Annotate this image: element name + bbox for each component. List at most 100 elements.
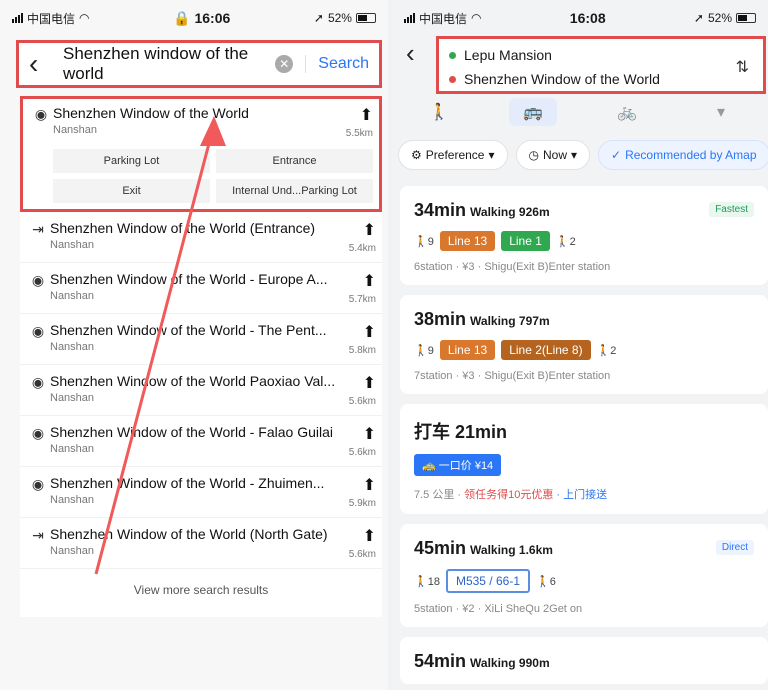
route-card[interactable]: 38min Walking 797m 🚶9 Line 13 Line 2(Line… <box>400 295 768 394</box>
walk-icon: 🚶18 <box>414 575 440 588</box>
turn-arrow-icon: ⬆ <box>362 477 376 494</box>
sub-poi-entrance[interactable]: Entrance <box>216 149 373 173</box>
mode-bike-icon[interactable]: 🚲 <box>603 98 651 126</box>
clock: 16:08 <box>569 10 606 26</box>
coupon-text: 领任务得10元优惠 <box>464 489 554 501</box>
turn-arrow-icon: ⬆ <box>362 324 376 341</box>
back-button[interactable]: ‹ <box>29 50 57 78</box>
direct-badge: Direct <box>715 540 754 555</box>
result-district: Nanshan <box>50 494 95 506</box>
mode-walk-icon[interactable]: 🚶 <box>415 98 463 126</box>
location-pin-icon: ◉ <box>31 374 45 390</box>
fastest-badge: Fastest <box>709 202 754 217</box>
signal-icon <box>12 13 23 23</box>
clear-icon[interactable]: ✕ <box>275 55 294 73</box>
result-district: Nanshan <box>50 341 95 353</box>
search-screen: 中国电信 ◠ 🔒 16:06 ➚ 52% ‹ Shenzhen window o… <box>0 0 388 690</box>
back-button[interactable]: ‹ <box>406 38 415 69</box>
route-card[interactable]: 54min Walking 990m <box>400 637 768 684</box>
line-badge: Line 1 <box>501 231 550 251</box>
search-bar: ‹ Shenzhen window of the world ✕ Search <box>16 40 382 88</box>
navigate-button[interactable]: ⬆ 5.4km <box>336 220 376 254</box>
result-distance: 5.7km <box>348 294 376 305</box>
turn-arrow-icon: ⬆ <box>359 107 373 124</box>
location-pin-icon: ◉ <box>31 323 45 339</box>
battery-percent: 52% <box>707 11 732 25</box>
list-item[interactable]: ⇥ Shenzhen Window of the World (Entrance)… <box>20 212 382 263</box>
result-title: Shenzhen Window of the World <box>53 105 249 121</box>
list-item[interactable]: ◉ Shenzhen Window of the World - Europe A… <box>20 263 382 314</box>
location-pin-icon: ◉ <box>31 272 45 288</box>
bus-line-badge: M535 / 66-1 <box>445 569 530 593</box>
preference-dropdown[interactable]: ⚙ Preference ▾ <box>398 140 508 170</box>
list-item[interactable]: ◉ Shenzhen Window of the World - Zhuimen.… <box>20 467 382 518</box>
route-duration: 45min <box>414 538 467 558</box>
navigate-button[interactable]: ⬆ 5.6km <box>336 373 376 407</box>
walk-distance: Walking 990m <box>470 656 550 670</box>
taxi-title: 打车 21min <box>414 422 508 442</box>
result-distance: 5.5km <box>345 128 373 139</box>
result-list: ⇥ Shenzhen Window of the World (Entrance)… <box>20 212 382 569</box>
turn-arrow-icon: ⬆ <box>362 528 376 545</box>
battery-icon <box>355 13 376 23</box>
walk-icon: 🚶6 <box>536 575 556 588</box>
destination-field[interactable]: Shenzhen Window of the World <box>449 67 753 91</box>
navigate-button[interactable]: ⬆ 5.6km <box>336 526 376 560</box>
location-pin-icon: ◉ <box>34 106 48 122</box>
result-distance: 5.8km <box>348 345 376 356</box>
recommended-filter[interactable]: ✓ Recommended by Amap <box>598 140 768 170</box>
navigate-button[interactable]: ⬆ 5.6km <box>336 424 376 458</box>
time-dropdown[interactable]: ◷ Now ▾ <box>515 140 591 170</box>
taxi-price-badge: 🚕 一口价 ¥14 <box>414 454 502 476</box>
route-duration: 54min <box>414 651 467 671</box>
mode-bus-icon[interactable]: 🚌 <box>509 98 557 126</box>
walk-icon: 🚶2 <box>555 235 576 248</box>
wifi-icon: ◠ <box>471 11 482 25</box>
sub-poi-exit[interactable]: Exit <box>53 179 210 203</box>
result-distance: 5.6km <box>348 549 376 560</box>
search-button[interactable]: Search <box>305 55 369 73</box>
view-more-link[interactable]: View more search results <box>20 569 382 617</box>
destination-dot-icon <box>449 75 456 83</box>
sub-poi-underground-parking[interactable]: Internal Und...Parking Lot <box>216 179 373 203</box>
turn-arrow-icon: ⬆ <box>362 222 376 239</box>
top-result[interactable]: ◉ Shenzhen Window of the World Nanshan ⬆… <box>20 96 382 212</box>
walk-distance: Walking 797m <box>470 314 550 328</box>
result-distance: 5.4km <box>348 243 376 254</box>
search-results: ◉ Shenzhen Window of the World Nanshan ⬆… <box>20 96 382 617</box>
origin-dot-icon <box>449 51 456 59</box>
battery-percent: 52% <box>327 11 352 25</box>
line-badge: Line 13 <box>439 340 496 360</box>
list-item[interactable]: ⇥ Shenzhen Window of the World (North Gat… <box>20 518 382 569</box>
search-input[interactable]: Shenzhen window of the world <box>57 44 275 84</box>
route-card[interactable]: 34min Walking 926m Fastest 🚶9 Line 13 Lin… <box>400 186 768 285</box>
origin-field[interactable]: Lepu Mansion <box>449 43 753 67</box>
turn-arrow-icon: ⬆ <box>362 426 376 443</box>
result-title: Shenzhen Window of the World - Falao Gui… <box>50 424 333 440</box>
result-distance: 5.9km <box>348 498 376 509</box>
carrier-label: 中国电信 <box>27 11 76 26</box>
route-duration: 38min <box>414 309 467 329</box>
navigate-button[interactable]: ⬆ 5.9km <box>336 475 376 509</box>
result-distance: 5.6km <box>348 447 376 458</box>
list-item[interactable]: ◉ Shenzhen Window of the World - Falao Gu… <box>20 416 382 467</box>
walk-distance: Walking 1.6km <box>470 543 553 557</box>
result-district: Nanshan <box>50 443 95 455</box>
result-title: Shenzhen Window of the World Paoxiao Val… <box>50 373 336 389</box>
route-meta: 7station · ¥3 · Shigu(Exit B)Enter stati… <box>414 370 611 382</box>
list-item[interactable]: ◉ Shenzhen Window of the World Paoxiao Va… <box>20 365 382 416</box>
navigate-button[interactable]: ⬆ 5.8km <box>336 322 376 356</box>
result-distance: 5.6km <box>348 396 376 407</box>
walk-icon: 🚶9 <box>414 344 434 357</box>
more-modes-icon[interactable]: ▾ <box>697 98 745 126</box>
line-badge: Line 13 <box>439 231 496 251</box>
list-item[interactable]: ◉ Shenzhen Window of the World - The Pent… <box>20 314 382 365</box>
navigate-button[interactable]: ⬆ 5.5km <box>333 105 373 139</box>
route-card[interactable]: 45min Walking 1.6km Direct 🚶18 M535 / 66-… <box>400 524 768 627</box>
taxi-card[interactable]: 打车 21min 🚕 一口价 ¥14 7.5 公里 · 领任务得10元优惠 · … <box>400 404 768 514</box>
signal-icon <box>404 13 415 23</box>
swap-icon[interactable]: ⇅ <box>736 57 749 77</box>
sub-poi-parking-lot[interactable]: Parking Lot <box>53 149 210 173</box>
navigate-button[interactable]: ⬆ 5.7km <box>336 271 376 305</box>
result-district: Nanshan <box>53 124 98 136</box>
